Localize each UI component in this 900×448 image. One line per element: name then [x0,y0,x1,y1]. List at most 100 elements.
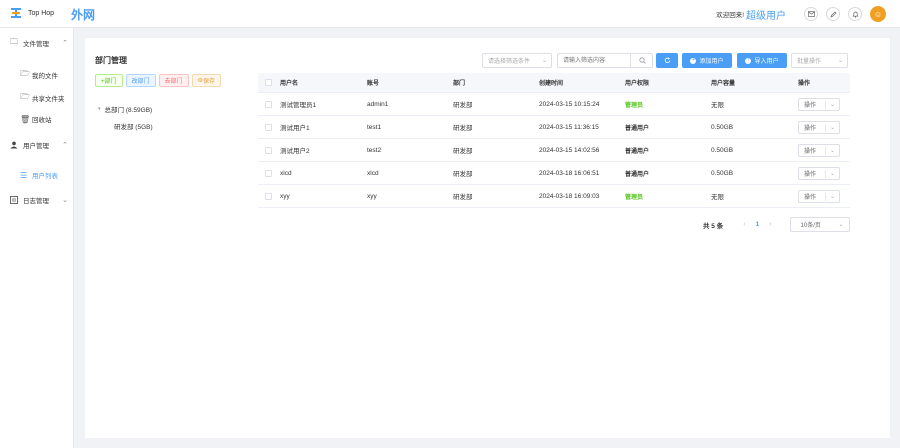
logo-text: Top Hop [28,9,55,17]
row-checkbox[interactable] [265,169,272,177]
pagination: 共 5 条 ‹ 1 › 10条/页 ⌄ [703,217,850,232]
delete-dept-button[interactable]: 去部门 [158,74,189,87]
refresh-button[interactable] [656,53,678,68]
cell-created: 2024-03-15 10:15:24 [539,100,600,108]
row-checkbox[interactable] [265,100,272,108]
logo[interactable]: Top Hop [10,7,54,19]
cell-permission: 管理员 [625,102,644,109]
welcome-text: 欢迎回来! [716,12,744,19]
username[interactable]: 超级用户 [746,7,786,22]
column-header: 用户容量 [711,81,736,87]
sidebar-group-logs[interactable]: 日志管理 ⌄ [10,195,68,205]
search-icon[interactable] [630,53,653,68]
cell-username: 测试用户2 [280,148,310,155]
table-row[interactable]: 测试管理员1 admin1 研发部 2024-03-15 10:15:24 管理员 无限 操… [258,93,850,116]
save-dept-label: 保存 [202,79,215,85]
edit-dept-button[interactable]: 改部门 [125,74,156,87]
sidebar-item-recycle-bin[interactable]: 🗑 回收站 [20,114,52,125]
add-user-button[interactable]: + 添加用户 [682,53,732,68]
cell-capacity: 无限 [711,194,724,201]
cell-dept: 研发部 [453,125,473,132]
sidebar-item-shared-folder[interactable]: 🗁 共享文件夹 [20,91,65,105]
total-count: 共 5 条 [703,222,724,230]
row-checkbox[interactable] [265,146,272,154]
table-row[interactable]: xyy xyy 研发部 2024-03-18 16:09:03 管理员 无限 操作 ⌄ [258,185,850,208]
page-number[interactable]: 1 [756,221,760,228]
cell-username: xlcd [280,169,292,177]
row-action-select[interactable]: 操作 ⌄ [798,97,840,111]
chevron-down-icon: ⌄ [838,222,844,228]
prev-page-icon[interactable]: ‹ [743,221,745,228]
main-card: 部门管理 +部门 改部门 去部门 ⚙ 保存 ▾ 总部门 (8.59GB) 研发部 … [85,38,890,438]
cell-dept: 研发部 [453,148,473,155]
row-action-select[interactable]: 操作 ⌄ [798,189,840,203]
folder-open-icon: 🗁 [20,69,30,78]
cell-permission: 管理员 [625,194,644,201]
sidebar-item-label: 回收站 [32,117,52,124]
next-page-icon[interactable]: › [769,221,771,228]
mail-icon[interactable] [804,7,818,21]
folder-icon: 🗀 [10,37,18,46]
table-row[interactable]: 测试用户2 test2 研发部 2024-03-15 14:02:56 普通用户 0.50… [258,139,850,162]
log-icon [10,196,19,204]
sidebar-item-my-files[interactable]: 🗁 我的文件 [20,68,58,82]
batch-action-select[interactable]: 批量操作 ⌄ [791,53,848,68]
cell-created: 2024-03-15 14:02:56 [539,146,600,154]
cell-dept: 研发部 [453,171,473,178]
cell-account: admin1 [367,100,389,108]
sidebar-group-label: 用户管理 [23,143,49,150]
add-dept-button[interactable]: +部门 [95,74,123,87]
cell-capacity: 无限 [711,102,724,109]
avatar[interactable]: ☺ [870,6,886,22]
bell-icon[interactable] [848,7,862,21]
cell-account: test2 [367,146,382,154]
upload-icon: ↑ [745,57,752,64]
row-checkbox[interactable] [265,192,272,200]
sidebar-item-label: 用户列表 [32,173,58,180]
page-size-select[interactable]: 10条/页 ⌄ [789,217,850,232]
tree-node-label: 总部门 (8.59GB) [104,107,153,114]
row-action-select[interactable]: 操作 ⌄ [798,166,840,180]
sidebar-item-user-list[interactable]: ☰ 用户列表 [20,170,58,181]
caret-down-icon[interactable]: ▾ [98,106,101,112]
dept-tree-root[interactable]: ▾ 总部门 (8.59GB) [98,104,152,114]
sidebar-group-users[interactable]: 用户管理 ⌃ [10,140,68,150]
dept-tree-node[interactable]: 研发部 (5GB) [114,121,153,131]
sidebar-group-files[interactable]: 🗀 文件管理 ⌃ [10,36,68,50]
row-action-label: 操作 [804,194,817,201]
column-header: 部门 [453,81,466,87]
page-size-label: 10条/页 [800,223,821,229]
brand-title: 外网 [71,8,96,22]
cell-permission: 普通用户 [625,171,650,178]
cell-dept: 研发部 [453,194,473,201]
add-user-label: 添加用户 [699,59,724,65]
user-table: 用户名 账号 部门 创建时间 用户权限 用户容量 操作 测试管理员1 admin1… [258,73,850,208]
row-checkbox[interactable] [265,123,272,131]
cell-capacity: 0.50GB [711,146,734,154]
table-row[interactable]: 测试用户1 test1 研发部 2024-03-15 11:36:15 普通用户 0.50… [258,116,850,139]
column-header: 用户权限 [625,81,650,87]
row-action-select[interactable]: 操作 ⌄ [798,120,840,134]
filter-select[interactable]: 请选择筛选条件 ⌄ [482,53,552,68]
row-action-select[interactable]: 操作 ⌄ [798,143,840,157]
plus-icon: + [690,57,697,64]
select-all-checkbox[interactable] [265,79,272,86]
user-icon [10,141,19,149]
cell-permission: 普通用户 [625,148,650,155]
row-action-label: 操作 [804,148,817,155]
import-user-label: 导入用户 [754,59,779,65]
batch-placeholder: 批量操作 [797,59,822,65]
cell-account: test1 [367,123,382,131]
import-user-button[interactable]: ↑ 导入用户 [737,53,787,68]
chevron-down-icon: ⌄ [829,101,835,108]
table-row[interactable]: xlcd xlcd 研发部 2024-03-18 16:06:51 普通用户 0.50GB… [258,162,850,185]
chevron-down-icon: ⌄ [829,170,835,177]
logo-icon [10,7,22,19]
column-header: 创建时间 [539,81,564,87]
edit-icon[interactable] [826,7,840,21]
save-dept-button[interactable]: ⚙ 保存 [191,74,221,87]
chevron-down-icon: ⌄ [837,58,843,64]
list-icon: ☰ [20,170,28,180]
dept-panel-title: 部门管理 [95,56,127,65]
trash-icon: 🗑 [20,114,31,124]
